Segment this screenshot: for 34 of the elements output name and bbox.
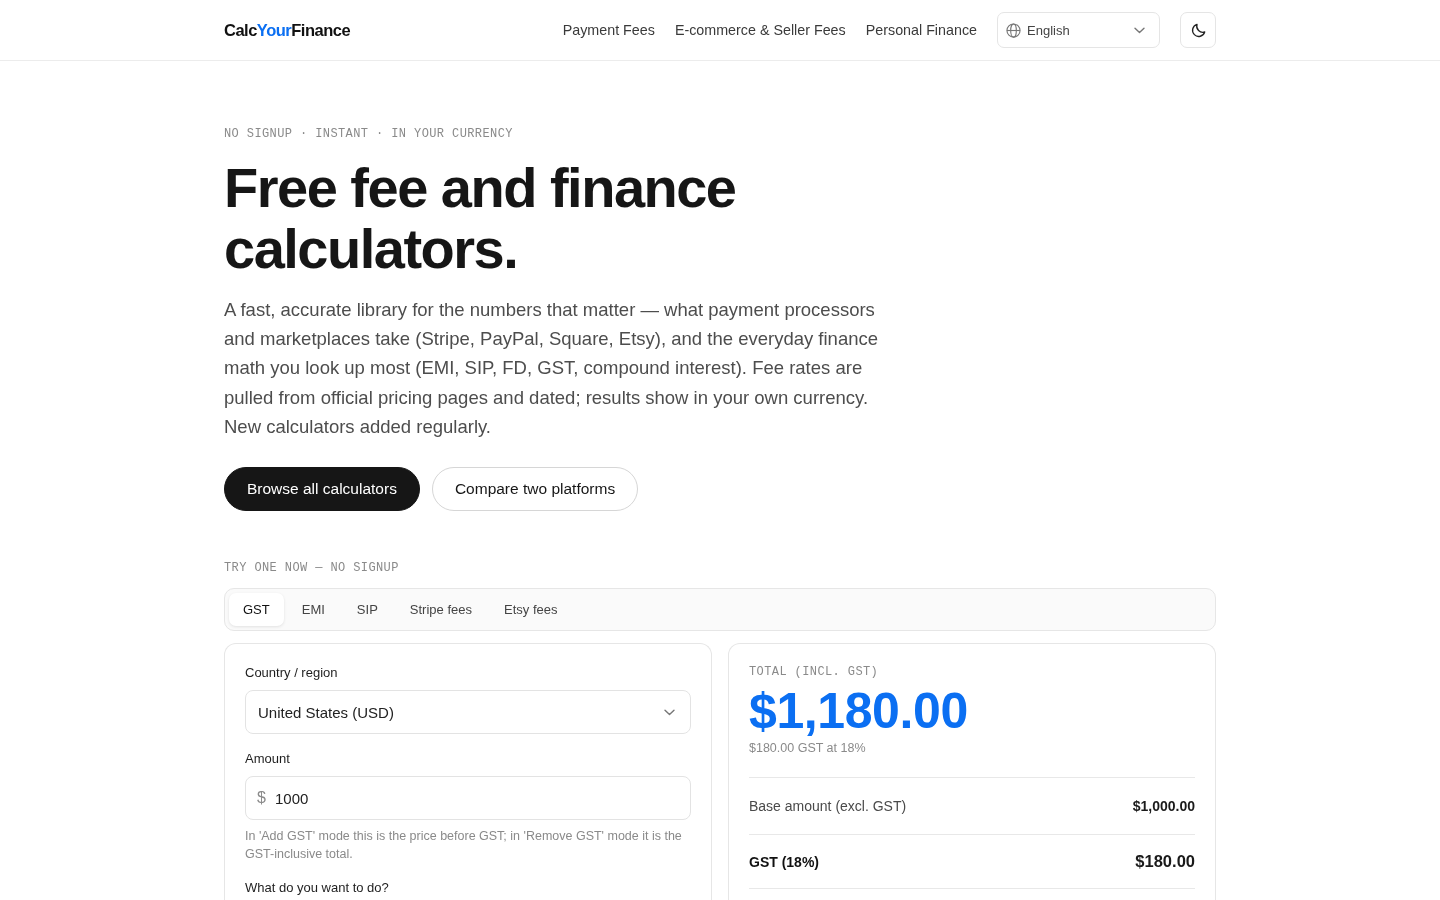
field-label: Amount <box>245 750 291 768</box>
nav-link[interactable]: Payment Fees <box>562 22 655 38</box>
eyebrow-text: NO SIGNUP · INSTANT · IN YOUR CURRENCY <box>224 126 514 142</box>
compare-button[interactable]: Compare two platforms <box>431 467 639 511</box>
total-amount: $1,180.00 <box>749 685 969 737</box>
field-label: What do you want to do? <box>245 879 390 897</box>
language-select[interactable]: English <box>997 12 1160 48</box>
browse-button[interactable]: Browse all calculators <box>224 467 420 511</box>
chevron-icon <box>664 708 675 716</box>
hero-title: Free fee and finance calculators. <box>224 157 737 279</box>
breakdown-value: $1,000.00 <box>1132 798 1195 814</box>
field-hint: In 'Add GST' mode this is the price before GST; in 'Remove GST' mode it is the GST-inclusive total. <box>245 828 683 863</box>
nav-link[interactable]: Personal Finance <box>865 22 977 38</box>
breakdown-value: $180.00 <box>1135 852 1195 871</box>
calculator-tab[interactable]: GST <box>229 593 284 626</box>
field-label: Country / region <box>245 664 339 682</box>
calculator-tab[interactable]: Stripe fees <box>395 593 486 626</box>
calculator-tab[interactable]: Etsy fees <box>490 593 572 626</box>
calculator-tab[interactable]: SIP <box>342 593 392 626</box>
result-label: TOTAL (INCL. GST) <box>749 664 880 680</box>
currency-symbol: $ <box>257 789 266 807</box>
breakdown-label: Base amount (excl. GST) <box>749 798 907 814</box>
site-logo[interactable]: CalcYourFinance <box>224 20 351 40</box>
theme-toggle-button[interactable] <box>1180 12 1216 48</box>
section-label: TRY ONE NOW — NO SIGNUP <box>224 560 400 576</box>
chevron-icon <box>1134 26 1145 34</box>
breakdown-label: GST (18%) <box>749 853 819 870</box>
calculator-tab[interactable]: EMI <box>287 593 339 626</box>
total-note: $180.00 GST at 18% <box>749 740 867 756</box>
moon-icon <box>1190 22 1206 38</box>
nav-link[interactable]: E-commerce & Seller Fees <box>674 22 846 38</box>
globe-icon <box>1006 22 1021 38</box>
country-select[interactable]: United States (USD) <box>245 690 691 734</box>
hero-description: A fast, accurate library for the numbers that matter — what payment processors and marketplaces take (Stripe, PayPal, Square, Etsy), and the everyday finance math you look up most (EMI, SIP, FD, GST, compound interest). Fee rates are pulled from official pricing pages and dated; results show in your own currency. New calculators added regularly. <box>224 298 879 439</box>
